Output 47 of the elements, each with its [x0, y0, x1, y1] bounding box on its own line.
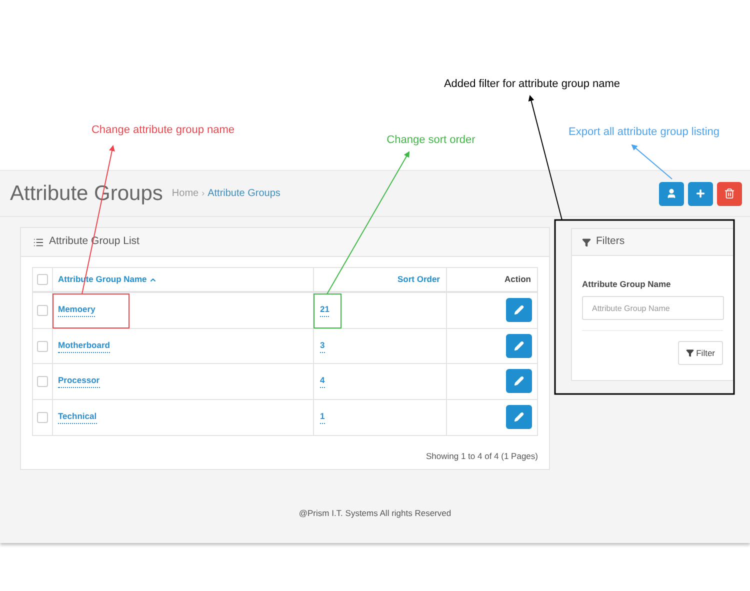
sort-order-link[interactable]: 3: [320, 338, 325, 353]
highlight-frame: [314, 294, 342, 328]
annotation-label: Change attribute group name: [91, 122, 235, 138]
annotation-label: Change sort order: [386, 132, 476, 148]
sort-order-link[interactable]: 1: [320, 410, 325, 424]
checkbox[interactable]: [37, 305, 48, 316]
checkbox[interactable]: [37, 412, 48, 422]
sort-caret-icon: [148, 276, 157, 284]
checkbox[interactable]: [37, 274, 48, 285]
filter-button[interactable]: Filter: [678, 341, 723, 366]
edit-button[interactable]: [506, 298, 532, 322]
sort-order-link[interactable]: 4: [320, 374, 325, 388]
sort-order-link[interactable]: 21: [320, 303, 330, 318]
edit-button[interactable]: [506, 405, 532, 430]
breadcrumb-separator: ›: [202, 186, 205, 200]
breadcrumb-link[interactable]: Home: [172, 186, 199, 201]
pencil-icon: [514, 412, 524, 422]
pencil-icon: [514, 305, 524, 316]
field-label: Attribute Group Name: [582, 278, 672, 291]
plus-icon: [695, 188, 706, 199]
group-name-link[interactable]: Technical: [58, 410, 97, 424]
pencil-icon: [514, 340, 524, 351]
footer-text: @Prism I.T. Systems All rights Reserved: [298, 507, 452, 520]
list-icon: [33, 236, 44, 248]
panel-title: Filters: [596, 234, 625, 250]
trash-icon: [724, 188, 735, 199]
edit-button[interactable]: [506, 369, 532, 394]
group-name-link[interactable]: Motherboard: [58, 338, 110, 353]
delete-button[interactable]: [717, 182, 742, 206]
checkbox[interactable]: [37, 340, 48, 352]
column-header: Action: [504, 273, 531, 286]
add-button[interactable]: [688, 182, 713, 206]
group-name-link[interactable]: Memoery: [58, 303, 96, 318]
export-button[interactable]: [659, 182, 684, 206]
annotation-label: Export all attribute group listing: [568, 124, 720, 140]
checkbox[interactable]: [37, 376, 48, 387]
pencil-icon: [514, 376, 524, 386]
annotation-label: Added filter for attribute group name: [444, 76, 620, 92]
user-icon: [666, 188, 677, 199]
input-field[interactable]: Attribute Group Name: [582, 296, 724, 320]
group-name-link[interactable]: Processor: [58, 374, 100, 388]
breadcrumb-link[interactable]: Attribute Groups: [208, 186, 280, 201]
pagination-text: Showing 1 to 4 of 4 (1 Pages): [426, 450, 538, 463]
column-header[interactable]: Sort Order: [397, 273, 440, 286]
edit-button[interactable]: [506, 334, 532, 358]
filter-icon: [686, 349, 694, 358]
filter-icon: [582, 238, 591, 246]
